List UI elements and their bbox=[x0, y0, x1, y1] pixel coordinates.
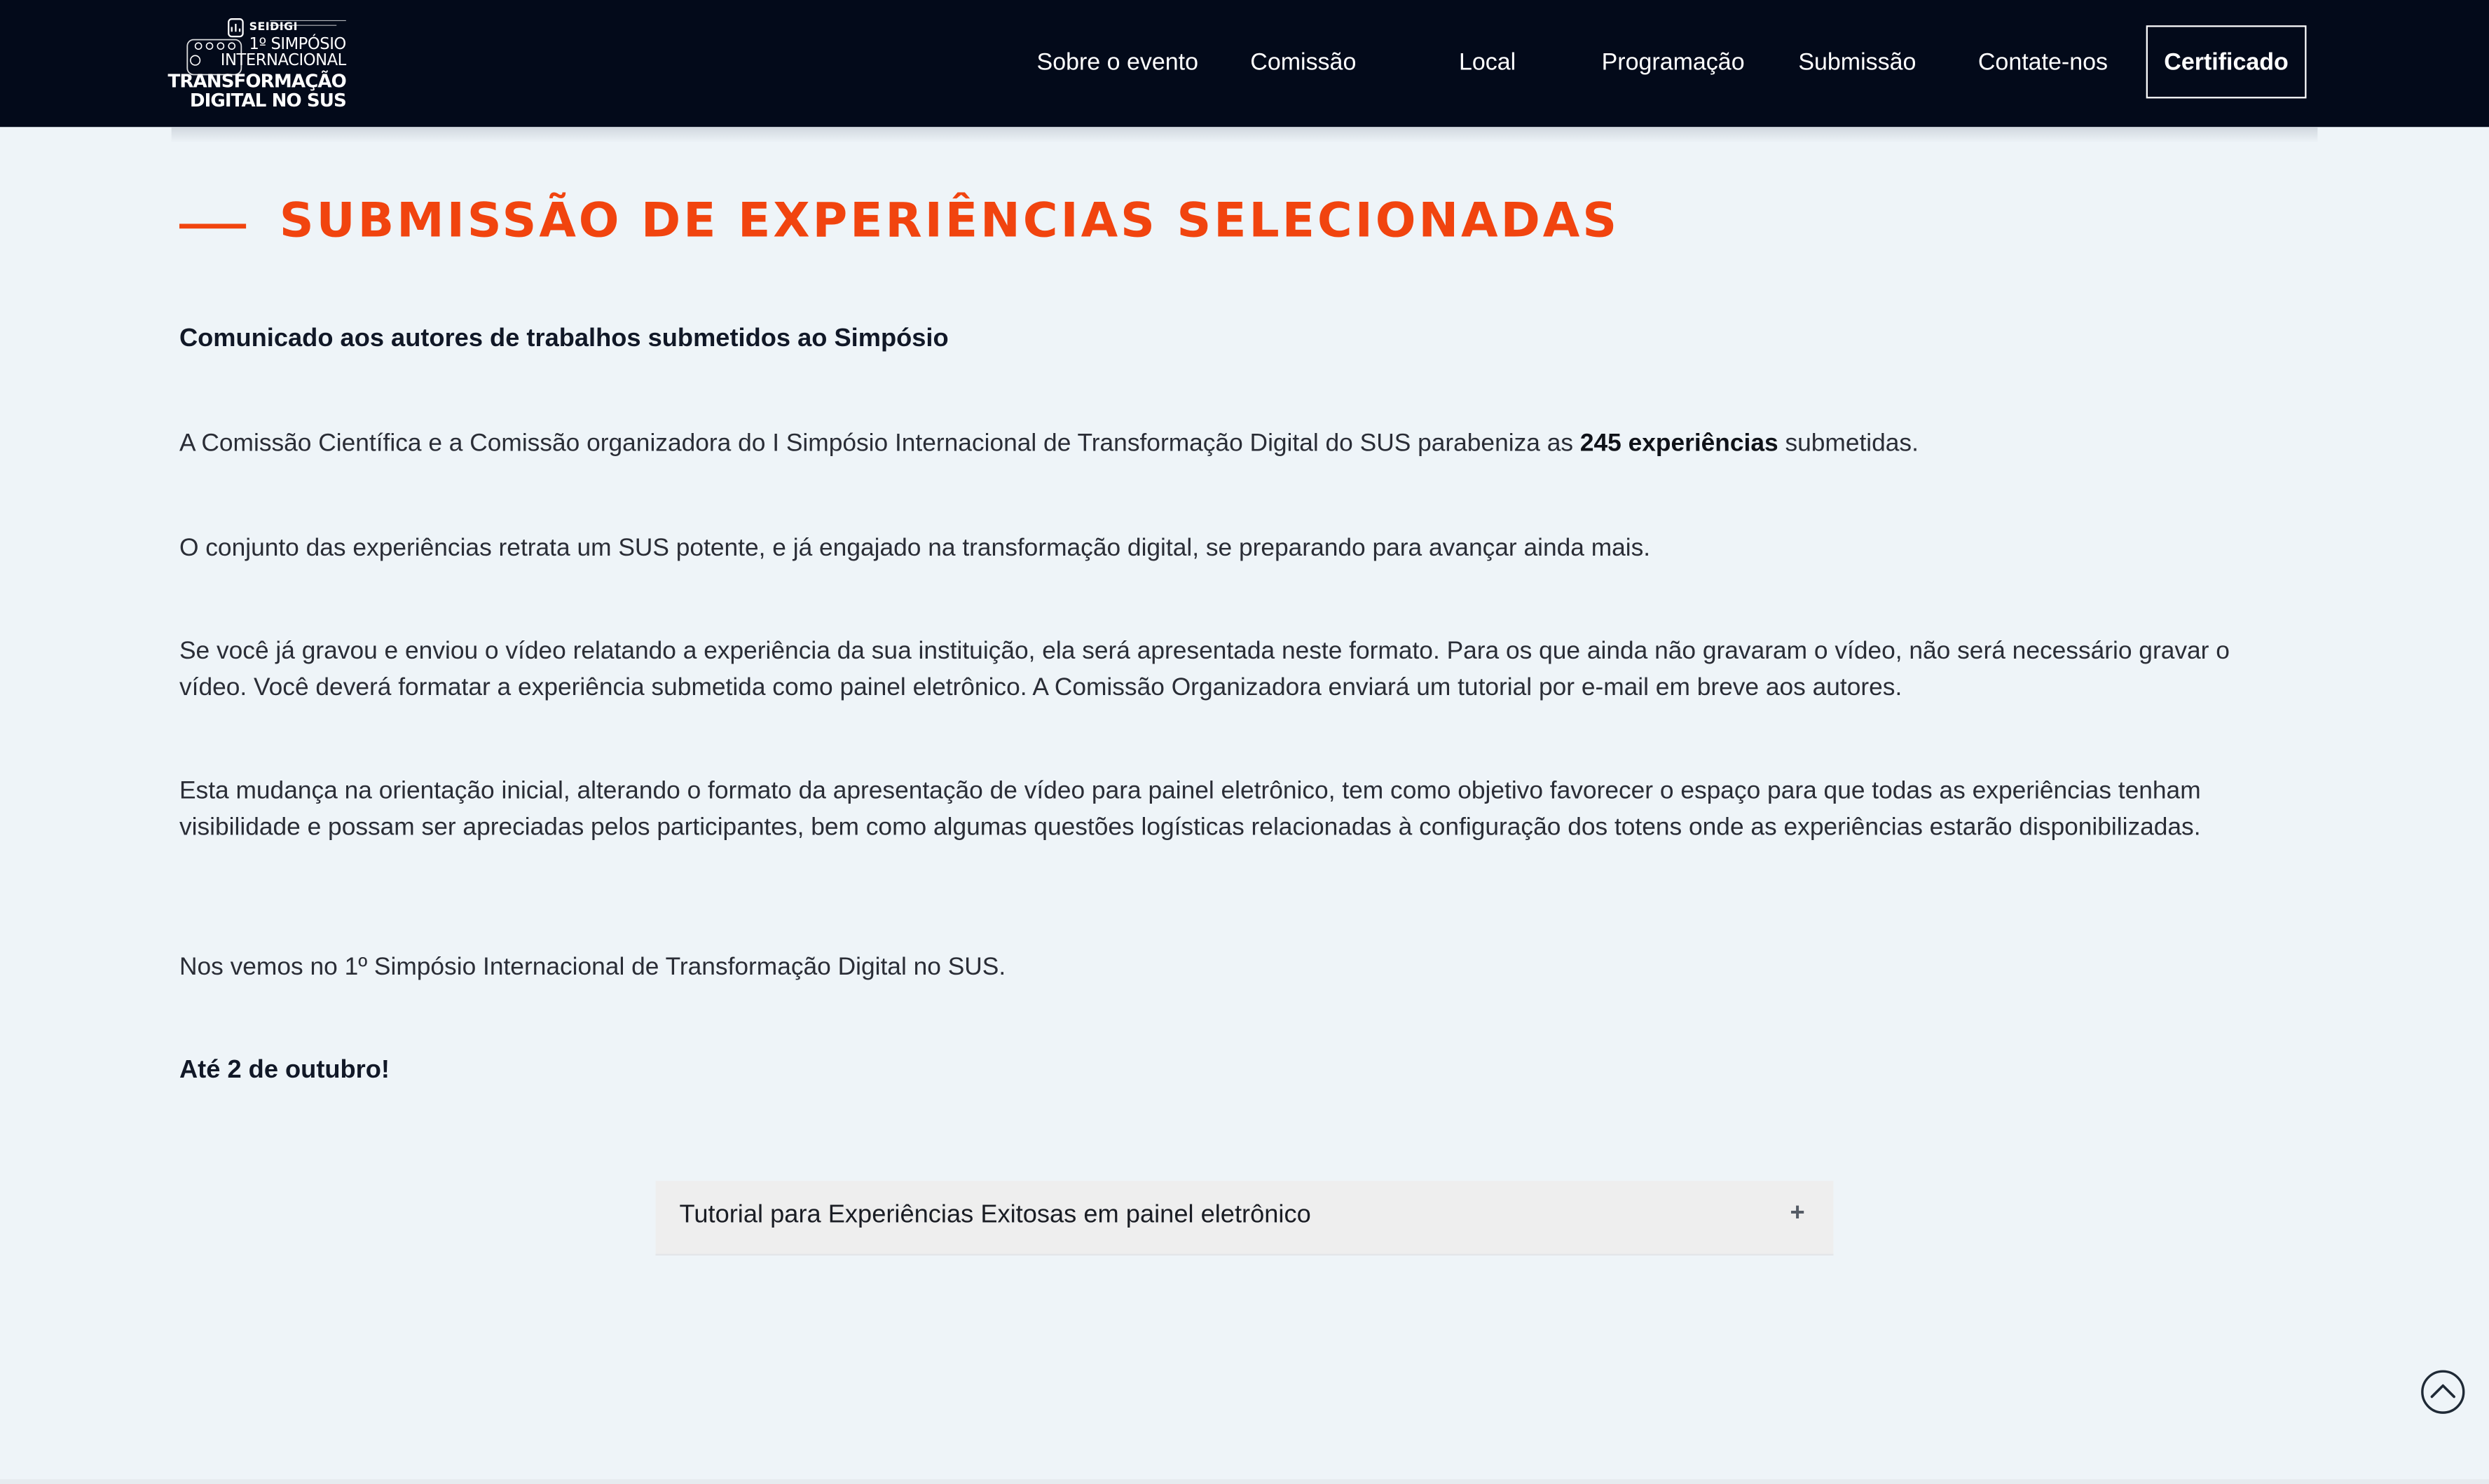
nav-item-comissao[interactable]: Comissão bbox=[1211, 49, 1395, 81]
logo-line-4: DIGITAL NO SUS bbox=[189, 88, 347, 111]
paragraph-format-change: Esta mudança na orientação inicial, alte… bbox=[179, 777, 2201, 841]
plus-icon[interactable]: + bbox=[1790, 1200, 1804, 1229]
announcement-heading: Comunicado aos autores de trabalhos subm… bbox=[179, 325, 949, 352]
paragraph-1-end: submetidas. bbox=[1778, 430, 1919, 458]
closing-line: Até 2 de outubro! bbox=[179, 1057, 390, 1085]
title-accent-dash bbox=[179, 224, 247, 229]
page-title: SUBMISSÃO DE EXPERIÊNCIAS SELECIONADAS bbox=[279, 193, 1620, 249]
paragraph-overview: O conjunto das experiências retrata um S… bbox=[179, 535, 1651, 562]
chevron-up-circle-icon bbox=[2421, 1370, 2465, 1414]
logo-line-3: TRANSFORMAÇÃO bbox=[167, 69, 347, 92]
nav-item-submissao[interactable]: Submissão bbox=[1765, 49, 1949, 81]
paragraph-1-text: A Comissão Científica e a Comissão organ… bbox=[179, 430, 1580, 458]
logo-line-2: INTERNACIONAL bbox=[220, 52, 347, 70]
top-navigation-bar: SEIDIGI 1º SIMPÓSIO INTERNACIONAL TRANSF… bbox=[0, 0, 2489, 128]
scroll-to-top-button[interactable] bbox=[2421, 1370, 2465, 1414]
header-shadow bbox=[171, 127, 2318, 143]
footer-divider bbox=[0, 1479, 2489, 1484]
nav-item-contate-nos[interactable]: Contate-nos bbox=[1951, 49, 2135, 81]
submission-count: 245 experiências bbox=[1579, 430, 1778, 458]
paragraph-see-you: Nos vemos no 1º Simpósio Internacional d… bbox=[179, 954, 1006, 981]
paragraph-video-instructions: Se você já gravou e enviou o vídeo relat… bbox=[179, 638, 2230, 702]
logo-brand-text: SEIDIGI bbox=[249, 20, 298, 34]
paragraph-congratulations: A Comissão Científica e a Comissão organ… bbox=[179, 425, 2283, 462]
site-logo[interactable]: SEIDIGI 1º SIMPÓSIO INTERNACIONAL TRANSF… bbox=[168, 16, 355, 111]
nav-item-sobre-o-evento[interactable]: Sobre o evento bbox=[1025, 49, 1209, 81]
nav-item-local[interactable]: Local bbox=[1395, 49, 1579, 81]
tutorial-accordion[interactable]: Tutorial para Experiências Exitosas em p… bbox=[655, 1181, 1834, 1256]
nav-item-programacao[interactable]: Programação bbox=[1581, 49, 1765, 81]
accordion-title: Tutorial para Experiências Exitosas em p… bbox=[679, 1201, 1311, 1229]
page: SEIDIGI 1º SIMPÓSIO INTERNACIONAL TRANSF… bbox=[0, 0, 2489, 1484]
certificado-button[interactable]: Certificado bbox=[2146, 25, 2307, 99]
logo-line-1: 1º SIMPÓSIO bbox=[249, 36, 347, 55]
